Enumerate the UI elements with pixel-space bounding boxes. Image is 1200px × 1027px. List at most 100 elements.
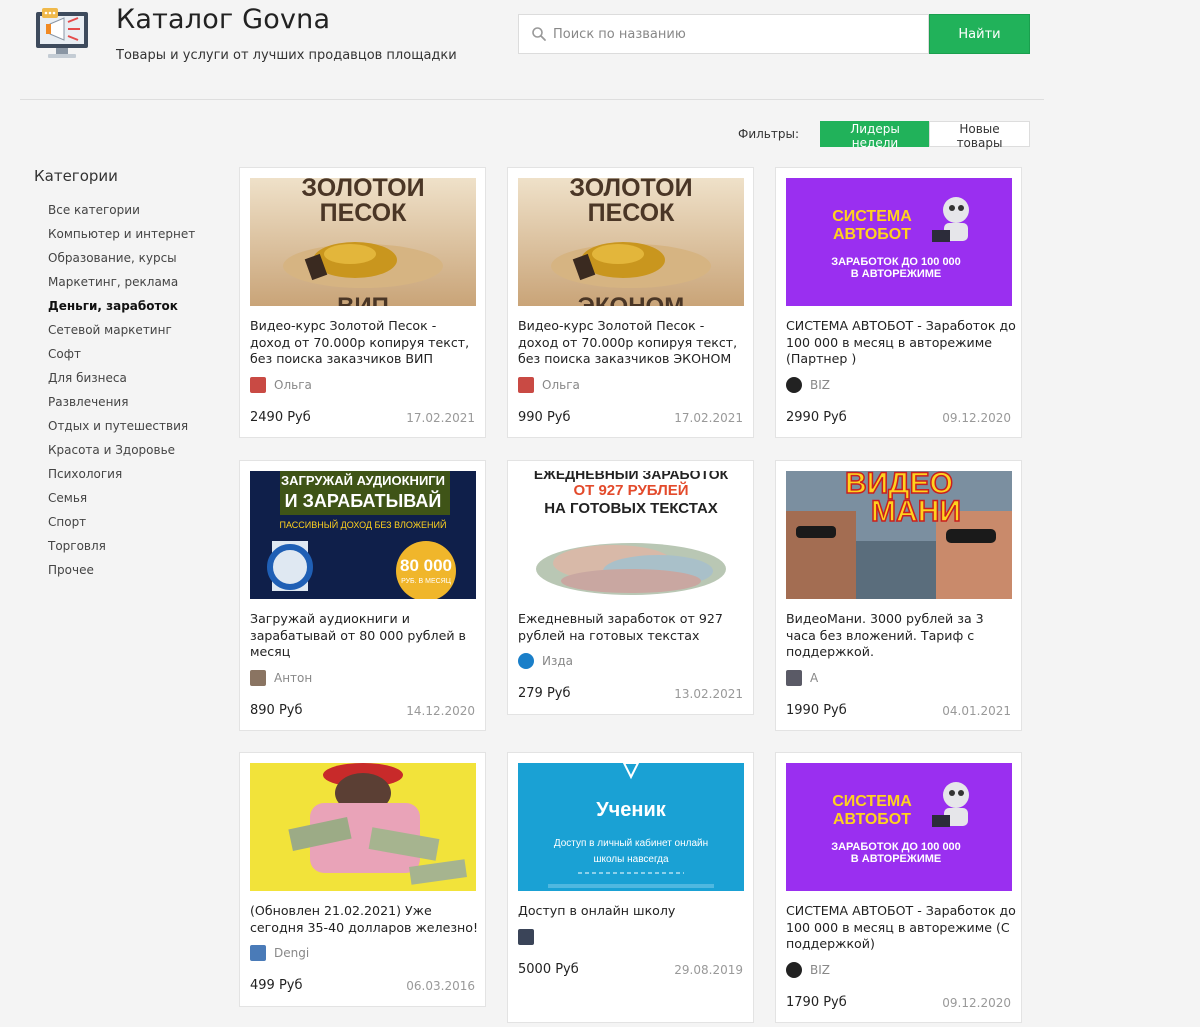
search-box: [518, 14, 929, 54]
sidebar-item-money[interactable]: Деньги, заработок: [48, 297, 234, 321]
product-image-student[interactable]: Ученик Доступ в личный кабинет онлайн шк…: [518, 763, 744, 891]
product-title[interactable]: Видео-курс Золотой Песок - доход от 70.0…: [250, 318, 480, 368]
seller-name[interactable]: Изда: [542, 654, 573, 668]
product-date: 29.08.2019: [674, 963, 743, 977]
seller-avatar-icon: [518, 653, 534, 669]
seller-name[interactable]: Ольга: [274, 378, 312, 392]
image-line-2: ПЕСОК: [588, 199, 676, 227]
seller[interactable]: [518, 929, 542, 945]
product-price: 2990 Руб: [786, 410, 847, 425]
product-date: 04.01.2021: [942, 704, 1011, 718]
seller[interactable]: Ольга: [250, 377, 312, 393]
product-title[interactable]: Загружай аудиокниги и зарабатывай от 80 …: [250, 611, 480, 661]
logo-icon[interactable]: [34, 6, 92, 62]
filters-bar: Фильтры: Лидеры недели Новые товары: [700, 121, 1030, 150]
search-button[interactable]: Найти: [929, 14, 1030, 54]
product-image-audiobooks[interactable]: ЗАГРУЖАЙ АУДИОКНИГИ И ЗАРАБАТЫВАЙ ПАССИВ…: [250, 471, 476, 599]
filters-label: Фильтры:: [738, 127, 799, 141]
product-title[interactable]: Доступ в онлайн школу: [518, 903, 748, 920]
image-line-2: МАНИ: [871, 495, 961, 528]
image-line-1: СИСТЕМА: [832, 793, 912, 810]
product-image-autobot[interactable]: СИСТЕМА АВТОБОТ ЗАРАБОТОК ДО 100 000 В А…: [786, 178, 1012, 306]
product-image-daily-earnings[interactable]: ЕЖЕДНЕВНЫЙ ЗАРАБОТОК ОТ 927 РУБЛЕЙ НА ГО…: [518, 471, 744, 599]
product-price: 1790 Руб: [786, 995, 847, 1010]
product-card[interactable]: ЗАГРУЖАЙ АУДИОКНИГИ И ЗАРАБАТЫВАЙ ПАССИВ…: [239, 460, 486, 731]
image-line-3: НА ГОТОВЫХ ТЕКСТАХ: [544, 500, 718, 517]
product-title[interactable]: Видео-курс Золотой Песок - доход от 70.0…: [518, 318, 748, 368]
seller[interactable]: Dengi: [250, 945, 309, 961]
product-title[interactable]: ВидеоМани. 3000 рублей за 3 часа без вло…: [786, 611, 1016, 661]
image-line-2: АВТОБОТ: [833, 226, 911, 243]
sidebar: Категории Все категории Компьютер и инте…: [34, 167, 234, 585]
sidebar-item-sport[interactable]: Спорт: [48, 513, 234, 537]
product-card[interactable]: ЗОЛОТОЙ ПЕСОК ЭКОНОМ Видео-курс Золотой …: [507, 167, 754, 438]
image-line-3: ЭКОНОМ: [578, 293, 684, 306]
sidebar-item-beauty[interactable]: Красота и Здоровье: [48, 441, 234, 465]
seller[interactable]: Изда: [518, 653, 573, 669]
image-line-4: В АВТОРЕЖИМЕ: [851, 268, 942, 280]
image-line-1: ЕЖЕДНЕВНЫЙ ЗАРАБОТОК: [534, 471, 729, 482]
product-image-gold-sand[interactable]: ЗОЛОТОЙ ПЕСОК ВИП: [250, 178, 476, 306]
product-title[interactable]: СИСТЕМА АВТОБОТ - Заработок до 100 000 в…: [786, 903, 1016, 953]
product-title[interactable]: СИСТЕМА АВТОБОТ - Заработок до 100 000 в…: [786, 318, 1016, 368]
product-card[interactable]: ЕЖЕДНЕВНЫЙ ЗАРАБОТОК ОТ 927 РУБЛЕЙ НА ГО…: [507, 460, 754, 715]
search-input[interactable]: [553, 15, 923, 53]
product-card[interactable]: Ученик Доступ в личный кабинет онлайн шк…: [507, 752, 754, 1023]
filter-leaders-button[interactable]: Лидеры недели: [820, 121, 930, 150]
sidebar-item-computer[interactable]: Компьютер и интернет: [48, 225, 234, 249]
image-line-5: РУБ. В МЕСЯЦ: [401, 578, 452, 585]
image-line-2: ОТ 927 РУБЛЕЙ: [573, 481, 688, 499]
sidebar-item-family[interactable]: Семья: [48, 489, 234, 513]
sidebar-item-education[interactable]: Образование, курсы: [48, 249, 234, 273]
site-subtitle: Товары и услуги от лучших продавцов площ…: [116, 48, 457, 63]
filter-new-button[interactable]: Новые товары: [929, 121, 1030, 150]
product-price: 279 Руб: [518, 686, 571, 701]
sidebar-item-travel[interactable]: Отдых и путешествия: [48, 417, 234, 441]
site-title[interactable]: Каталог Govna: [116, 4, 330, 35]
seller[interactable]: BIZ: [786, 962, 830, 978]
product-image-video-money[interactable]: ВИДЕО МАНИ: [786, 471, 1012, 599]
seller[interactable]: Ольга: [518, 377, 580, 393]
product-image-autobot[interactable]: СИСТЕМА АВТОБОТ ЗАРАБОТОК ДО 100 000 В А…: [786, 763, 1012, 891]
image-line-3: ВИП: [337, 293, 389, 306]
image-line-2: ПЕСОК: [320, 199, 408, 227]
seller-name[interactable]: A: [810, 671, 818, 685]
product-card[interactable]: ВИДЕО МАНИ ВидеоМани. 3000 рублей за 3 ч…: [775, 460, 1022, 731]
seller-name[interactable]: Ольга: [542, 378, 580, 392]
product-date: 17.02.2021: [406, 411, 475, 425]
sidebar-item-entertainment[interactable]: Развлечения: [48, 393, 234, 417]
product-title[interactable]: Ежедневный заработок от 927 рублей на го…: [518, 611, 748, 644]
sidebar-item-business[interactable]: Для бизнеса: [48, 369, 234, 393]
product-card[interactable]: (Обновлен 21.02.2021) Уже сегодня 35-40 …: [239, 752, 486, 1007]
seller-name[interactable]: Антон: [274, 671, 312, 685]
sidebar-item-other[interactable]: Прочее: [48, 561, 234, 585]
product-price: 2490 Руб: [250, 410, 311, 425]
sidebar-item-all[interactable]: Все категории: [48, 201, 234, 225]
sidebar-item-network-marketing[interactable]: Сетевой маркетинг: [48, 321, 234, 345]
sidebar-item-software[interactable]: Софт: [48, 345, 234, 369]
sidebar-item-psychology[interactable]: Психология: [48, 465, 234, 489]
product-title[interactable]: (Обновлен 21.02.2021) Уже сегодня 35-40 …: [250, 903, 480, 936]
product-date: 09.12.2020: [942, 411, 1011, 425]
product-date: 13.02.2021: [674, 687, 743, 701]
seller[interactable]: A: [786, 670, 818, 686]
product-image-dollars[interactable]: [250, 763, 476, 891]
image-line-2: Доступ в личный кабинет онлайн: [554, 837, 708, 849]
seller[interactable]: Антон: [250, 670, 312, 686]
product-date: 14.12.2020: [406, 704, 475, 718]
product-card[interactable]: СИСТЕМА АВТОБОТ ЗАРАБОТОК ДО 100 000 В А…: [775, 167, 1022, 438]
sidebar-item-trade[interactable]: Торговля: [48, 537, 234, 561]
image-line-1: СИСТЕМА: [832, 208, 912, 225]
image-line-3: ЗАРАБОТОК ДО 100 000: [831, 841, 961, 853]
seller[interactable]: BIZ: [786, 377, 830, 393]
seller-name[interactable]: Dengi: [274, 946, 309, 960]
sidebar-item-marketing[interactable]: Маркетинг, реклама: [48, 273, 234, 297]
seller-name[interactable]: BIZ: [810, 378, 830, 392]
image-line-1: Ученик: [596, 799, 667, 821]
seller-name[interactable]: BIZ: [810, 963, 830, 977]
product-card[interactable]: СИСТЕМА АВТОБОТ ЗАРАБОТОК ДО 100 000 В А…: [775, 752, 1022, 1023]
seller-avatar-icon: [786, 377, 802, 393]
product-image-gold-sand[interactable]: ЗОЛОТОЙ ПЕСОК ЭКОНОМ: [518, 178, 744, 306]
product-card[interactable]: ЗОЛОТОЙ ПЕСОК ВИП Видео-курс Золотой Пес…: [239, 167, 486, 438]
image-line-4: В АВТОРЕЖИМЕ: [851, 853, 942, 865]
